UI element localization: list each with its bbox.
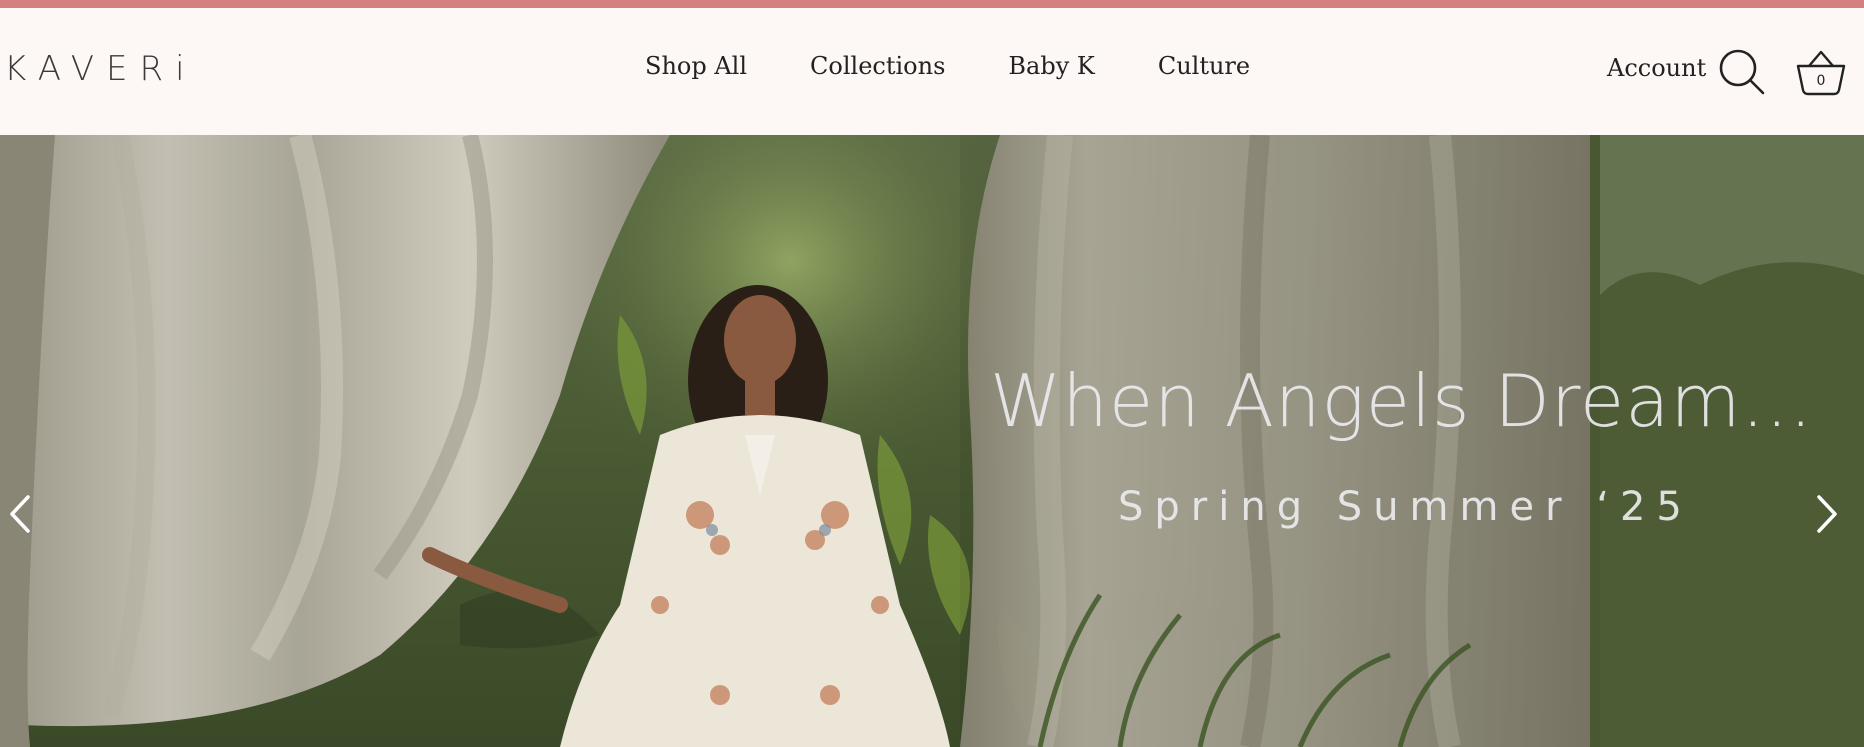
cart-count-badge: 0 — [1816, 73, 1826, 89]
search-icon[interactable] — [1718, 48, 1766, 96]
nav-item-baby-k[interactable]: Baby K — [1008, 54, 1094, 78]
hero-title: When Angels Dream... — [990, 359, 1814, 443]
account-link[interactable]: Account — [1607, 56, 1706, 80]
nav-item-culture[interactable]: Culture — [1158, 54, 1250, 78]
chevron-right-icon[interactable] — [1813, 493, 1841, 535]
nav-item-collections[interactable]: Collections — [810, 54, 945, 78]
site-header: KAVERi Shop All Collections Baby K Cultu… — [0, 8, 1864, 135]
hero-banner[interactable]: When Angels Dream... Spring Summer ‘25 — [0, 135, 1864, 747]
announcement-strip — [0, 0, 1864, 8]
chevron-left-icon[interactable] — [6, 493, 34, 535]
main-nav: Shop All Collections Baby K Culture — [645, 54, 1250, 78]
basket-icon[interactable] — [1795, 44, 1847, 100]
nav-item-shop-all[interactable]: Shop All — [645, 54, 747, 78]
hero-subtitle: Spring Summer ‘25 — [1118, 484, 1693, 530]
brand-logo[interactable]: KAVERi — [4, 52, 197, 86]
